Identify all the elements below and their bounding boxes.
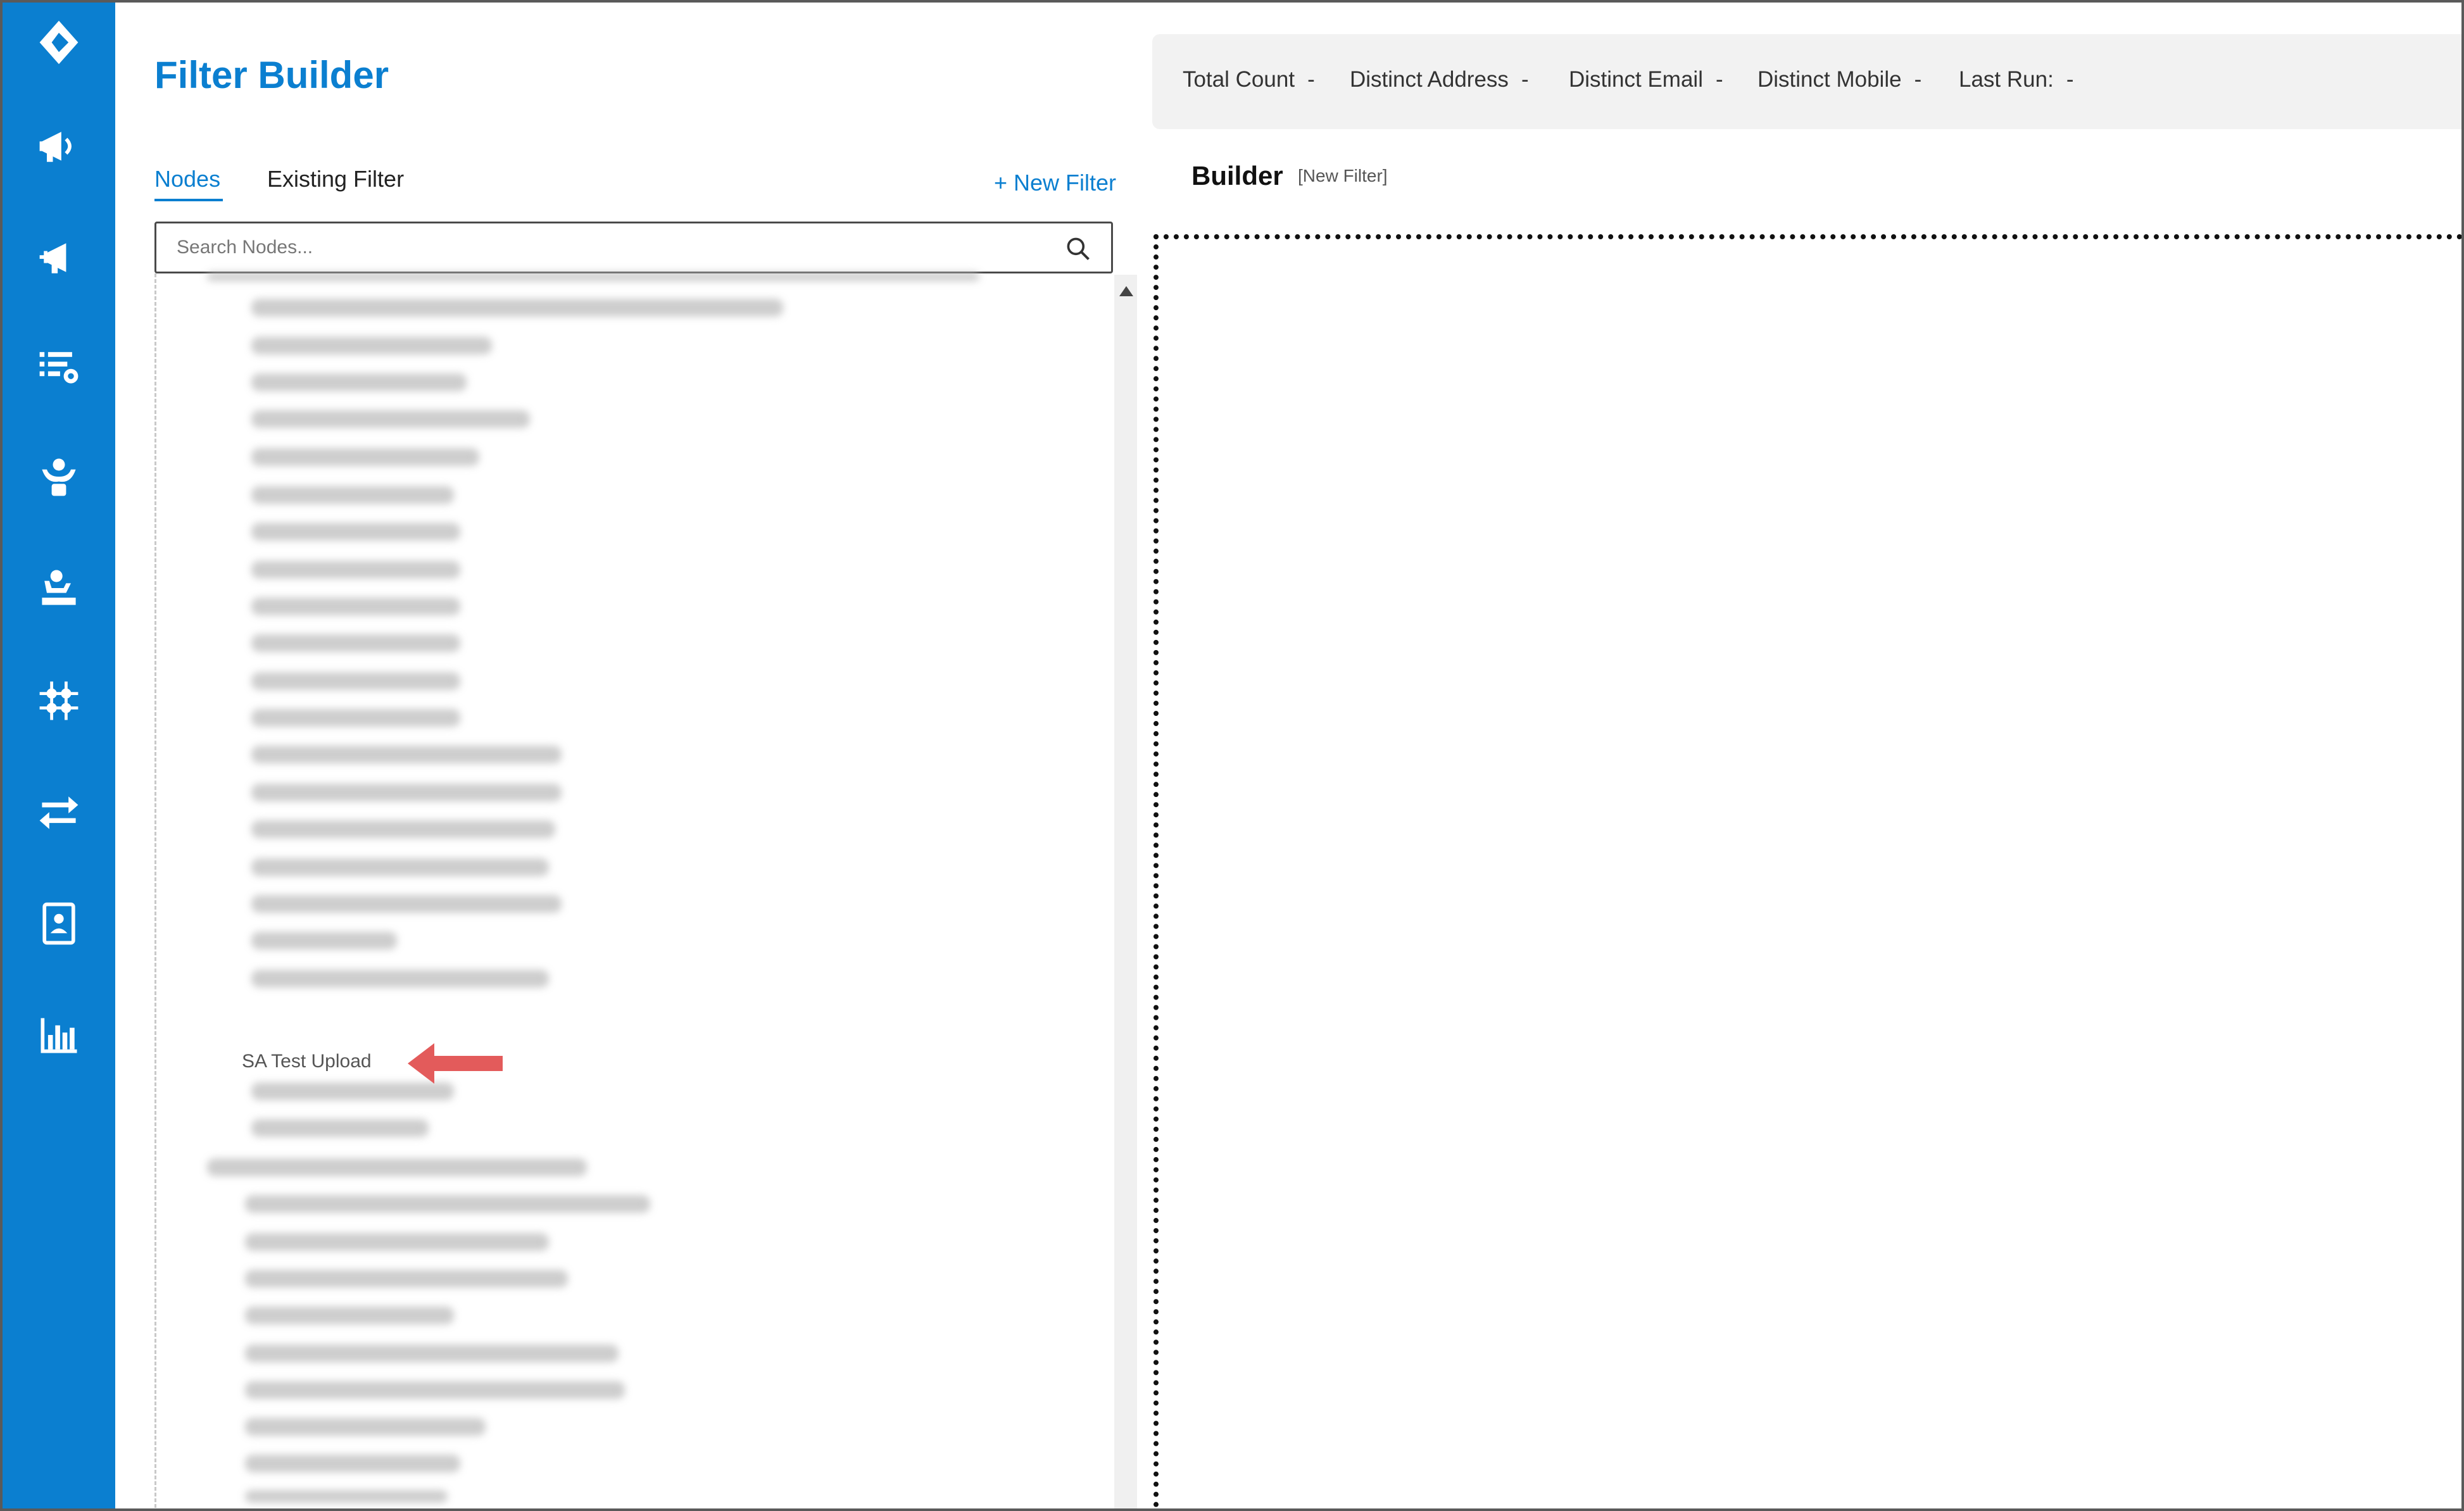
- search-icon[interactable]: [1064, 235, 1092, 263]
- highlight-arrow-icon: [408, 1043, 503, 1084]
- redacted-node: [245, 1270, 568, 1288]
- list-settings-icon[interactable]: [30, 338, 87, 395]
- stat-label: Distinct Email: [1569, 67, 1703, 92]
- redacted-node-group: [207, 1158, 587, 1176]
- redacted-node: [245, 1195, 650, 1213]
- redacted-node: [251, 598, 460, 615]
- stat-label: Last Run:: [1959, 67, 2054, 92]
- search-input[interactable]: [156, 223, 1111, 272]
- page-title: Filter Builder: [154, 54, 389, 96]
- redacted-node: [251, 784, 562, 801]
- redacted-node: [245, 1455, 460, 1472]
- redacted-node: [251, 448, 479, 466]
- stat-total-count: Total Count -: [1183, 67, 1315, 92]
- redacted-node: [251, 820, 555, 838]
- bar-chart-icon[interactable]: [30, 1006, 87, 1063]
- redacted-node: [251, 337, 492, 354]
- app-window: Filter Builder Nodes Existing Filter + N…: [0, 0, 2464, 1511]
- redacted-node: [251, 672, 460, 690]
- scroll-up-icon[interactable]: [1119, 286, 1133, 296]
- stat-label: Total Count: [1183, 67, 1295, 92]
- redacted-node: [245, 1233, 549, 1251]
- user-hands-icon[interactable]: [30, 448, 87, 505]
- tab-existing-filter[interactable]: Existing Filter: [267, 166, 404, 192]
- active-tab-indicator: [154, 199, 223, 201]
- redacted-node: [251, 932, 397, 950]
- tab-nodes[interactable]: Nodes: [154, 166, 220, 192]
- stat-distinct-mobile: Distinct Mobile -: [1757, 67, 1921, 92]
- redacted-node: [251, 634, 460, 652]
- redacted-node: [251, 486, 454, 504]
- redacted-node: [251, 523, 460, 541]
- redacted-node: [251, 1119, 429, 1137]
- stat-value: -: [2066, 67, 2074, 92]
- redacted-node: [251, 299, 783, 317]
- stat-distinct-email: Distinct Email -: [1569, 67, 1723, 92]
- redacted-node: [251, 410, 530, 428]
- stat-value: -: [1307, 67, 1315, 92]
- redacted-node: [251, 709, 460, 727]
- redacted-node: [251, 858, 549, 876]
- builder-drop-zone[interactable]: [1153, 234, 2461, 1508]
- tree-scrollbar[interactable]: [1114, 275, 1137, 1508]
- logo-icon[interactable]: [30, 14, 87, 71]
- stat-label: Distinct Mobile: [1757, 67, 1902, 92]
- campaign-add-icon[interactable]: [30, 229, 87, 286]
- new-filter-button[interactable]: + New Filter: [994, 170, 1116, 196]
- transfer-arrows-icon[interactable]: [30, 784, 87, 841]
- redacted-node: [245, 1418, 486, 1436]
- redacted-node: [251, 561, 460, 579]
- builder-title: Builder: [1191, 161, 1283, 191]
- network-grid-icon[interactable]: [30, 672, 87, 729]
- contact-card-icon[interactable]: [30, 895, 87, 952]
- search-field: [154, 222, 1113, 273]
- stat-distinct-address: Distinct Address -: [1350, 67, 1529, 92]
- redacted-node: [251, 746, 562, 763]
- node-tree: [154, 272, 1113, 1508]
- redacted-node: [245, 1345, 619, 1362]
- user-desk-icon[interactable]: [30, 560, 87, 617]
- redacted-node: [251, 373, 467, 391]
- tree-item-sa-test-upload[interactable]: SA Test Upload: [242, 1051, 372, 1072]
- stat-value: -: [1914, 67, 1922, 92]
- redacted-node: [245, 1381, 625, 1399]
- redacted-node: [251, 970, 549, 987]
- stat-value: -: [1715, 67, 1723, 92]
- redacted-node: [245, 1307, 454, 1324]
- sidebar: [3, 3, 115, 1508]
- stat-label: Distinct Address: [1350, 67, 1509, 92]
- redacted-node: [251, 895, 562, 913]
- megaphone-icon[interactable]: [30, 118, 87, 175]
- stat-last-run: Last Run: -: [1959, 67, 2073, 92]
- redacted-node: [207, 272, 979, 281]
- redacted-node: [245, 1490, 448, 1503]
- stats-bar: Total Count - Distinct Address - Distinct …: [1152, 34, 2461, 129]
- builder-filter-name: [New Filter]: [1298, 166, 1388, 185]
- stat-value: -: [1521, 67, 1529, 92]
